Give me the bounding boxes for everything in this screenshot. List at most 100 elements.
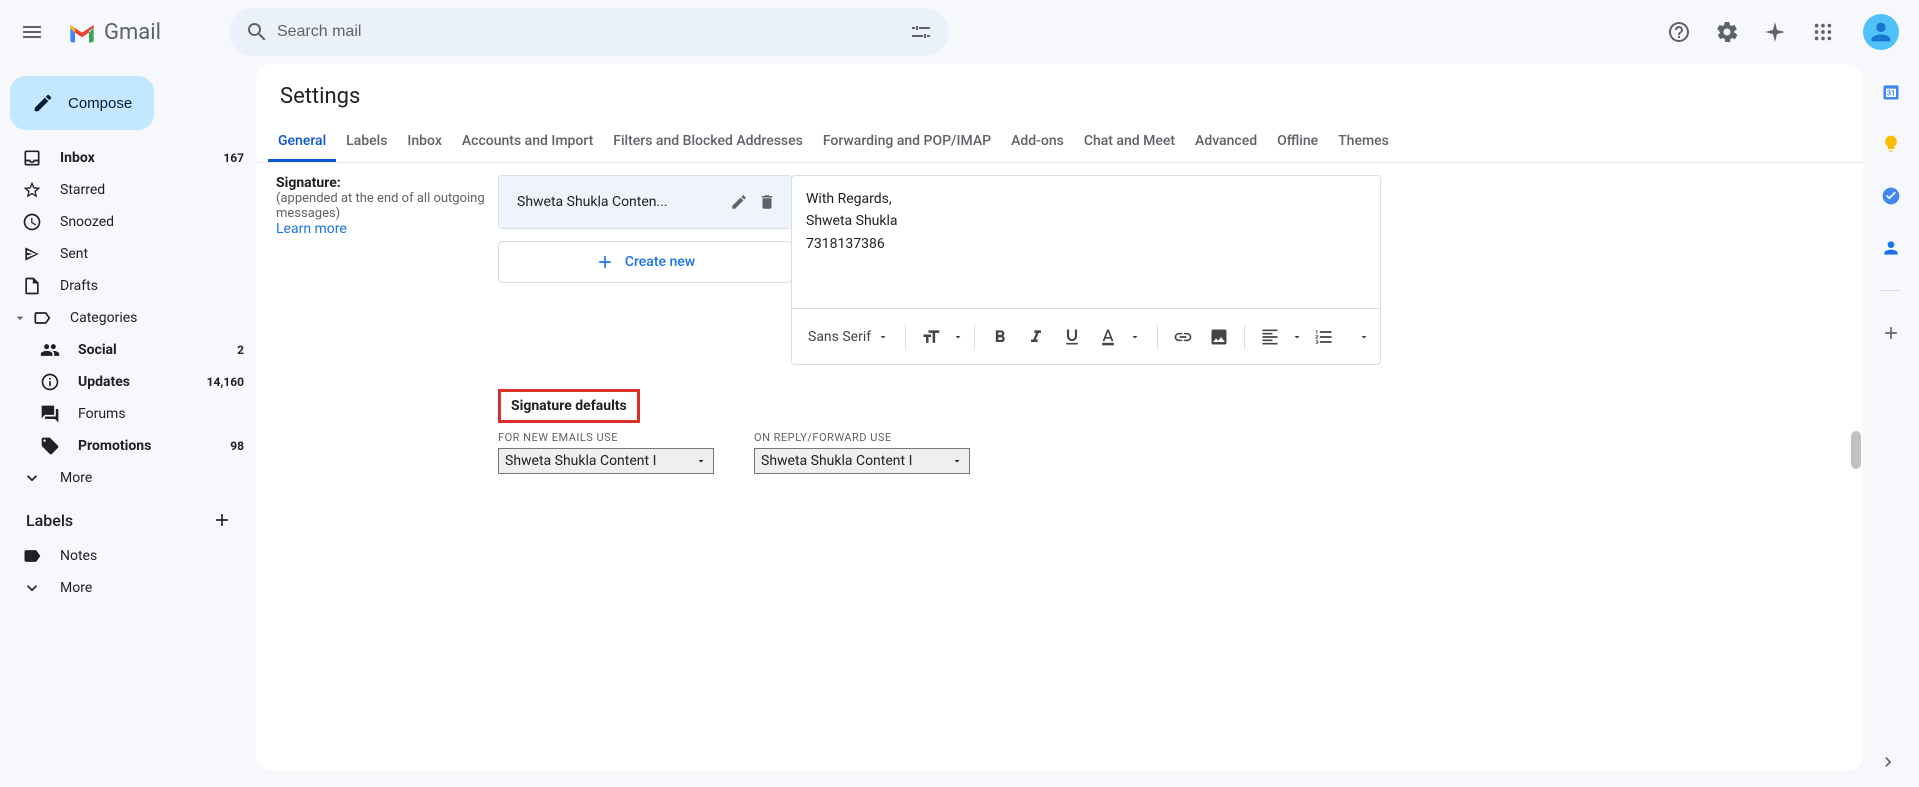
bold-button[interactable] (985, 322, 1015, 352)
signature-toolbar: Sans Serif (792, 308, 1380, 364)
chevron-down-icon (952, 331, 964, 343)
sidebar-category-forums[interactable]: Forums (0, 398, 256, 430)
link-button[interactable] (1168, 322, 1198, 352)
tab-accounts[interactable]: Accounts and Import (452, 123, 603, 162)
for-new-emails-select[interactable]: Shweta Shukla Content I (498, 448, 714, 474)
account-avatar[interactable] (1863, 14, 1899, 50)
create-new-signature-button[interactable]: Create new (498, 241, 792, 283)
hide-side-panel-button[interactable] (1873, 747, 1903, 777)
sidebar-category-social[interactable]: Social 2 (0, 334, 256, 366)
sidebar-more[interactable]: More (0, 462, 256, 494)
signature-defaults-heading: Signature defaults (498, 389, 640, 423)
add-label-button[interactable] (208, 506, 236, 534)
on-reply-forward-label: ON REPLY/FORWARD USE (754, 431, 970, 444)
edit-signature-icon[interactable] (725, 188, 753, 216)
compose-button[interactable]: Compose (10, 76, 154, 130)
scrollbar-thumb[interactable] (1851, 431, 1861, 469)
side-panel: 31 (1863, 64, 1919, 787)
star-icon (22, 180, 42, 200)
apps-grid-icon[interactable] (1803, 12, 1843, 52)
gmail-logo-icon (68, 21, 96, 43)
settings-icon[interactable] (1707, 12, 1747, 52)
tab-forwarding[interactable]: Forwarding and POP/IMAP (813, 123, 1001, 162)
pencil-icon (32, 92, 54, 114)
list-button[interactable] (1309, 322, 1339, 352)
font-family-select[interactable]: Sans Serif (802, 329, 895, 345)
chevron-down-icon (951, 455, 963, 467)
sidebar-label-notes[interactable]: Notes (0, 540, 256, 572)
tab-themes[interactable]: Themes (1328, 123, 1399, 162)
inbox-icon (22, 148, 42, 168)
file-icon (22, 276, 42, 296)
label-icon (32, 308, 52, 328)
contacts-addon-icon[interactable] (1881, 238, 1901, 258)
clock-icon (22, 212, 42, 232)
gemini-spark-icon[interactable] (1755, 12, 1795, 52)
sidebar-item-inbox[interactable]: Inbox 167 (0, 142, 256, 174)
calendar-addon-icon[interactable]: 31 (1881, 82, 1901, 102)
tab-chat[interactable]: Chat and Meet (1074, 123, 1185, 162)
people-icon (40, 340, 60, 360)
support-icon[interactable] (1659, 12, 1699, 52)
underline-button[interactable] (1057, 322, 1087, 352)
settings-panel: Settings General Labels Inbox Accounts a… (256, 64, 1863, 771)
tab-offline[interactable]: Offline (1267, 123, 1328, 162)
sidebar-category-updates[interactable]: Updates 14,160 (0, 366, 256, 398)
sidebar: Compose Inbox 167 Starred Snoozed (0, 64, 256, 787)
learn-more-link[interactable]: Learn more (276, 221, 498, 237)
sidebar-item-starred[interactable]: Starred (0, 174, 256, 206)
svg-text:31: 31 (1887, 88, 1896, 97)
label-icon (22, 546, 42, 566)
tab-advanced[interactable]: Advanced (1185, 123, 1267, 162)
compose-label: Compose (68, 95, 132, 112)
keep-addon-icon[interactable] (1881, 134, 1901, 154)
signature-editor[interactable]: With Regards, Shweta Shukla 7318137386 (792, 176, 1380, 308)
tasks-addon-icon[interactable] (1881, 186, 1901, 206)
gmail-logo-text: Gmail (104, 20, 161, 45)
image-button[interactable] (1204, 322, 1234, 352)
search-input[interactable] (277, 23, 901, 41)
delete-signature-icon[interactable] (753, 188, 781, 216)
sidebar-labels-more[interactable]: More (0, 572, 256, 604)
tab-addons[interactable]: Add-ons (1001, 123, 1074, 162)
tab-general[interactable]: General (268, 123, 336, 162)
chevron-down-icon[interactable] (1358, 331, 1370, 343)
search-icon[interactable] (237, 12, 277, 52)
chevron-down-icon (1291, 331, 1303, 343)
font-size-button[interactable] (916, 322, 946, 352)
forum-icon (40, 404, 60, 424)
signature-list-item[interactable]: Shweta Shukla Conten... (499, 176, 791, 228)
tag-icon (40, 436, 60, 456)
sidebar-item-sent[interactable]: Sent (0, 238, 256, 270)
send-icon (22, 244, 42, 264)
tab-filters[interactable]: Filters and Blocked Addresses (603, 123, 813, 162)
sidebar-item-snoozed[interactable]: Snoozed (0, 206, 256, 238)
chevron-down-icon (1129, 331, 1141, 343)
page-title: Settings (256, 64, 1863, 123)
text-color-button[interactable] (1093, 322, 1123, 352)
signature-label: Signature: (276, 175, 498, 191)
chevron-down-icon (695, 455, 707, 467)
info-icon (40, 372, 60, 392)
get-addons-icon[interactable] (1881, 323, 1901, 343)
sidebar-item-drafts[interactable]: Drafts (0, 270, 256, 302)
on-reply-forward-select[interactable]: Shweta Shukla Content I (754, 448, 970, 474)
chevron-down-icon (877, 331, 889, 343)
main-menu-button[interactable] (8, 8, 56, 56)
tab-inbox[interactable]: Inbox (397, 123, 451, 162)
sidebar-item-categories[interactable]: Categories (0, 302, 256, 334)
for-new-emails-label: FOR NEW EMAILS USE (498, 431, 714, 444)
chevron-down-icon (12, 310, 32, 326)
gmail-logo[interactable]: Gmail (64, 20, 161, 45)
plus-icon (595, 252, 615, 272)
settings-tabs: General Labels Inbox Accounts and Import… (256, 123, 1863, 163)
align-button[interactable] (1255, 322, 1285, 352)
tab-labels[interactable]: Labels (336, 123, 397, 162)
sidebar-category-promotions[interactable]: Promotions 98 (0, 430, 256, 462)
chevron-down-icon (22, 578, 42, 598)
chevron-down-icon (22, 468, 42, 488)
signature-sublabel: (appended at the end of all outgoing mes… (276, 191, 498, 221)
italic-button[interactable] (1021, 322, 1051, 352)
search-bar (229, 8, 949, 56)
search-options-icon[interactable] (901, 12, 941, 52)
